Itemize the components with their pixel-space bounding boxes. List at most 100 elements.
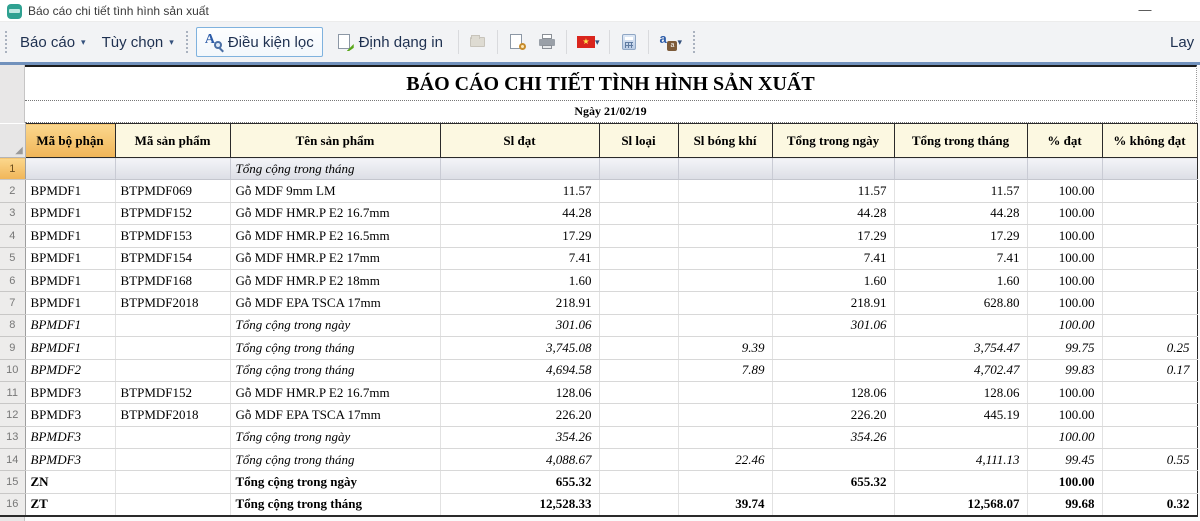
cell[interactable] — [599, 337, 678, 359]
cell[interactable] — [678, 202, 772, 224]
print-preview-button[interactable] — [504, 30, 530, 54]
cell[interactable] — [599, 247, 678, 269]
cell[interactable]: 7.41 — [772, 247, 894, 269]
cell[interactable]: 1.60 — [440, 269, 599, 291]
cell[interactable]: 128.06 — [440, 381, 599, 403]
cell[interactable]: 218.91 — [440, 292, 599, 314]
cell[interactable]: 9.39 — [678, 337, 772, 359]
cell[interactable] — [772, 449, 894, 471]
row-number[interactable]: 2 — [0, 180, 25, 202]
column-header-2[interactable]: Mã sản phẩm — [115, 124, 230, 158]
cell[interactable]: 7.89 — [678, 359, 772, 381]
cell[interactable] — [678, 292, 772, 314]
cell[interactable] — [1102, 292, 1197, 314]
cell[interactable] — [1102, 202, 1197, 224]
cell[interactable]: Gỗ MDF HMR.P E2 16.7mm — [230, 381, 440, 403]
cell[interactable]: 100.00 — [1027, 202, 1102, 224]
cell[interactable]: Tổng cộng trong tháng — [230, 337, 440, 359]
cell[interactable] — [115, 359, 230, 381]
toolbar-grip[interactable] — [692, 31, 695, 53]
cell[interactable]: 354.26 — [772, 426, 894, 448]
cell[interactable]: 100.00 — [1027, 471, 1102, 493]
cell[interactable] — [599, 292, 678, 314]
cell[interactable] — [599, 359, 678, 381]
cell[interactable] — [115, 449, 230, 471]
language-flag-button[interactable]: ★ ▾ — [573, 30, 604, 54]
column-header-9[interactable]: % đạt — [1027, 124, 1102, 158]
cell[interactable] — [599, 471, 678, 493]
cell[interactable]: BTPMDF069 — [115, 180, 230, 202]
cell[interactable] — [599, 180, 678, 202]
toolbar-grip[interactable] — [4, 31, 7, 53]
cell[interactable] — [678, 225, 772, 247]
cell[interactable]: 44.28 — [440, 202, 599, 224]
cell[interactable]: 17.29 — [772, 225, 894, 247]
cell[interactable]: BPMDF3 — [25, 404, 115, 426]
cell[interactable] — [1102, 426, 1197, 448]
cell[interactable]: BTPMDF2018 — [115, 404, 230, 426]
column-header-5[interactable]: Sl loại — [599, 124, 678, 158]
column-header-10[interactable]: % không đạt — [1102, 124, 1197, 158]
cell[interactable]: 99.68 — [1027, 493, 1102, 515]
cell[interactable]: 128.06 — [772, 381, 894, 403]
cell[interactable] — [772, 158, 894, 180]
cell[interactable] — [599, 314, 678, 336]
cell[interactable] — [115, 493, 230, 515]
column-header-4[interactable]: Sl đạt — [440, 124, 599, 158]
cell[interactable]: 12,528.33 — [440, 493, 599, 515]
cell[interactable]: BPMDF3 — [25, 381, 115, 403]
cell[interactable] — [1102, 158, 1197, 180]
cell[interactable] — [894, 314, 1027, 336]
cell[interactable] — [772, 493, 894, 515]
cell[interactable]: BTPMDF2018 — [115, 292, 230, 314]
cell[interactable] — [599, 449, 678, 471]
cell[interactable]: 12,568.07 — [894, 493, 1027, 515]
row-number[interactable]: 4 — [0, 225, 25, 247]
cell[interactable] — [440, 158, 599, 180]
cell[interactable]: 7.41 — [440, 247, 599, 269]
row-number[interactable]: 15 — [0, 471, 25, 493]
cell[interactable] — [678, 158, 772, 180]
row-number[interactable]: 16 — [0, 493, 25, 515]
cell[interactable] — [678, 269, 772, 291]
menu-bao-cao[interactable]: Báo cáo ▾ — [12, 28, 94, 57]
cell[interactable]: 22.46 — [678, 449, 772, 471]
cell[interactable]: ZT — [25, 493, 115, 515]
column-header-6[interactable]: Sl bóng khí — [678, 124, 772, 158]
cell[interactable]: 100.00 — [1027, 404, 1102, 426]
cell[interactable] — [1102, 404, 1197, 426]
cell[interactable]: 0.32 — [1102, 493, 1197, 515]
cell[interactable] — [1102, 471, 1197, 493]
report-grid[interactable]: ◢Mã bộ phậnMã sản phẩmTên sản phẩmSl đạt… — [0, 123, 1198, 517]
cell[interactable] — [894, 426, 1027, 448]
cell[interactable]: 99.45 — [1027, 449, 1102, 471]
cell[interactable]: 655.32 — [772, 471, 894, 493]
calculator-button[interactable] — [616, 30, 642, 54]
cell[interactable]: BTPMDF153 — [115, 225, 230, 247]
cell[interactable]: Tổng cộng trong tháng — [230, 493, 440, 515]
cell[interactable]: Gỗ MDF HMR.P E2 16.7mm — [230, 202, 440, 224]
row-number[interactable]: 6 — [0, 269, 25, 291]
cell[interactable] — [599, 426, 678, 448]
cell[interactable] — [678, 471, 772, 493]
row-number[interactable]: 11 — [0, 381, 25, 403]
cell[interactable]: 128.06 — [894, 381, 1027, 403]
cell[interactable]: 100.00 — [1027, 314, 1102, 336]
cell[interactable]: 11.57 — [772, 180, 894, 202]
cell[interactable] — [115, 337, 230, 359]
cell[interactable] — [115, 471, 230, 493]
cell[interactable]: BPMDF3 — [25, 449, 115, 471]
cell[interactable] — [599, 493, 678, 515]
cell[interactable] — [599, 404, 678, 426]
cell[interactable] — [115, 158, 230, 180]
cell[interactable] — [599, 381, 678, 403]
cell[interactable]: 100.00 — [1027, 225, 1102, 247]
cell[interactable] — [1102, 180, 1197, 202]
print-format-button[interactable]: Định dạng in — [327, 27, 452, 57]
cell[interactable]: BPMDF1 — [25, 337, 115, 359]
cell[interactable] — [772, 359, 894, 381]
cell[interactable]: 226.20 — [772, 404, 894, 426]
cell[interactable]: BPMDF1 — [25, 247, 115, 269]
cell[interactable]: 655.32 — [440, 471, 599, 493]
cell[interactable]: 7.41 — [894, 247, 1027, 269]
